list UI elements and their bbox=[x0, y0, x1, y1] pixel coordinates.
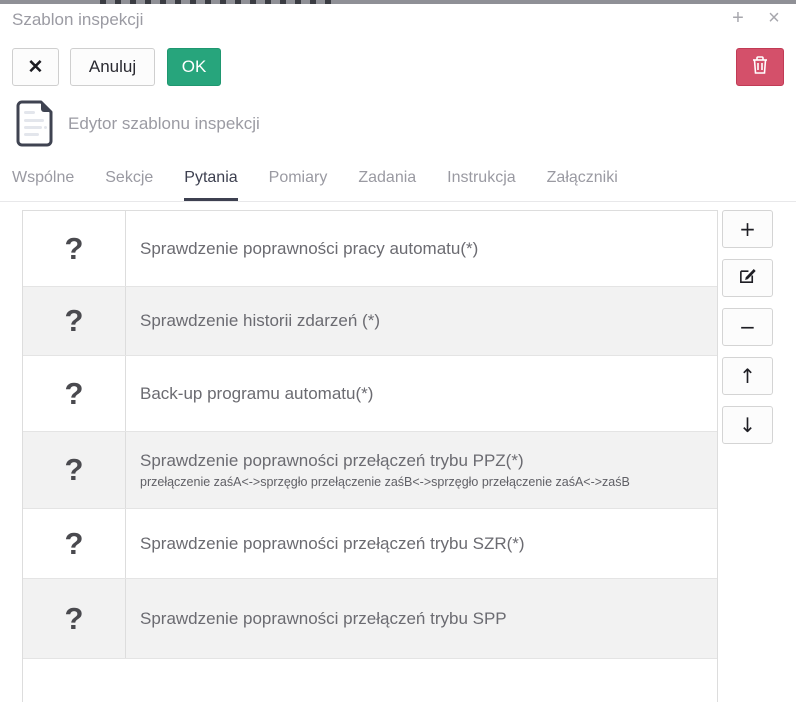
dialog-title: Szablon inspekcji bbox=[12, 10, 143, 30]
question-mark-icon: ? bbox=[23, 509, 126, 578]
tab-sekcje[interactable]: Sekcje bbox=[105, 166, 153, 201]
move-down-button[interactable]: ↓ bbox=[722, 406, 773, 444]
close-button[interactable]: ✕ bbox=[12, 48, 59, 86]
arrow-down-icon: ↓ bbox=[739, 413, 756, 437]
question-title: Back-up programu automatu(*) bbox=[140, 383, 703, 404]
question-mark-icon: ? bbox=[23, 287, 126, 355]
tab-pomiary[interactable]: Pomiary bbox=[269, 166, 328, 201]
question-title: Sprawdzenie poprawności przełączeń trybu… bbox=[140, 608, 703, 629]
tab-zalaczniki[interactable]: Załączniki bbox=[547, 166, 618, 201]
question-row[interactable]: ? Sprawdzenie historii zdarzeń (*) bbox=[23, 287, 717, 356]
tab-wspolne[interactable]: Wspólne bbox=[12, 166, 74, 201]
question-row[interactable]: ? Sprawdzenie poprawności pracy automatu… bbox=[23, 211, 717, 287]
move-up-button[interactable]: ↑ bbox=[722, 357, 773, 395]
cancel-button[interactable]: Anuluj bbox=[70, 48, 155, 86]
tab-zadania[interactable]: Zadania bbox=[358, 166, 416, 201]
edit-question-button[interactable] bbox=[722, 259, 773, 297]
question-title: Sprawdzenie historii zdarzeń (*) bbox=[140, 310, 703, 331]
question-mark-icon: ? bbox=[23, 579, 126, 658]
question-title: Sprawdzenie poprawności pracy automatu(*… bbox=[140, 238, 703, 259]
delete-button[interactable] bbox=[736, 48, 784, 86]
ok-button[interactable]: OK bbox=[167, 48, 221, 86]
question-row[interactable]: ? Sprawdzenie poprawności przełączeń try… bbox=[23, 432, 717, 509]
editor-header-title: Edytor szablonu inspekcji bbox=[68, 114, 260, 134]
close-window-icon[interactable]: × bbox=[764, 6, 784, 30]
question-mark-icon: ? bbox=[23, 432, 126, 508]
question-row[interactable]: ? Back-up programu automatu(*) bbox=[23, 356, 717, 432]
background-window-edge bbox=[0, 0, 796, 4]
question-row[interactable]: ? Sprawdzenie poprawności przełączeń try… bbox=[23, 509, 717, 579]
add-question-button[interactable]: + bbox=[722, 210, 773, 248]
empty-list-space bbox=[23, 659, 717, 701]
minus-icon: − bbox=[739, 315, 756, 339]
inspection-template-dialog: Szablon inspekcji + × ✕ Anuluj OK Edytor… bbox=[0, 0, 796, 702]
list-action-buttons: + − ↑ ↓ bbox=[722, 210, 773, 444]
maximize-icon[interactable]: + bbox=[728, 6, 748, 30]
tab-bar: Wspólne Sekcje Pytania Pomiary Zadania I… bbox=[0, 166, 796, 202]
question-title: Sprawdzenie poprawności przełączeń trybu… bbox=[140, 533, 703, 554]
tab-instrukcja[interactable]: Instrukcja bbox=[447, 166, 515, 201]
question-title: Sprawdzenie poprawności przełączeń trybu… bbox=[140, 450, 703, 471]
question-mark-icon: ? bbox=[23, 211, 126, 286]
question-row[interactable]: ? Sprawdzenie poprawności przełączeń try… bbox=[23, 579, 717, 659]
arrow-up-icon: ↑ bbox=[739, 364, 756, 388]
edit-icon bbox=[738, 266, 757, 290]
question-list: ? Sprawdzenie poprawności pracy automatu… bbox=[22, 210, 718, 702]
question-mark-icon: ? bbox=[23, 356, 126, 431]
tab-pytania[interactable]: Pytania bbox=[184, 166, 237, 201]
plus-icon: + bbox=[739, 217, 756, 241]
document-icon bbox=[16, 100, 54, 147]
trash-icon bbox=[751, 55, 769, 80]
background-window-text-fragment bbox=[100, 0, 332, 4]
remove-question-button[interactable]: − bbox=[722, 308, 773, 346]
window-controls: + × bbox=[728, 6, 784, 30]
question-subtitle: przełączenie zaśA<->sprzęgło przełączeni… bbox=[140, 475, 703, 490]
